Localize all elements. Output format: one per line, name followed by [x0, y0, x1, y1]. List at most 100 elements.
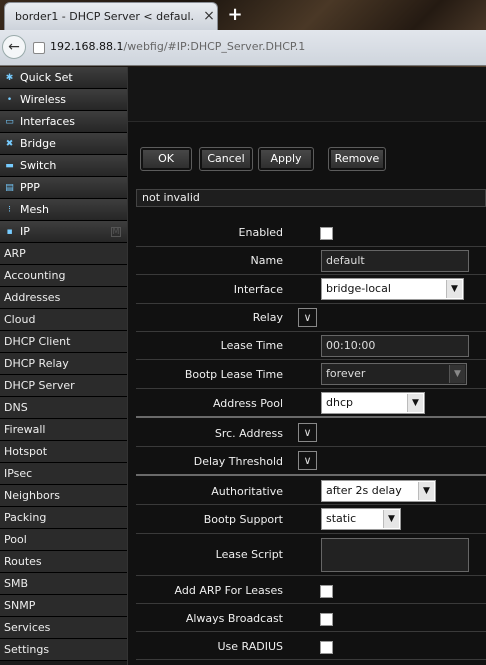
sidebar-subitem-label: DHCP Client — [4, 335, 71, 348]
antenna-icon: • — [6, 94, 13, 105]
authoritative-value: after 2s delay — [326, 484, 402, 497]
sidebar-subitem-label: Hotspot — [4, 445, 48, 458]
sidebar-item-bridge[interactable]: ✖ Bridge — [0, 133, 127, 155]
always-broadcast-checkbox[interactable] — [320, 613, 333, 626]
lease-script-textarea[interactable] — [321, 538, 469, 572]
back-arrow-icon[interactable]: ← — [2, 35, 26, 59]
sidebar-subitem-addresses[interactable]: Addresses — [0, 287, 127, 309]
enabled-label: Enabled — [238, 226, 283, 239]
src-address-expand-icon[interactable]: ∨ — [298, 423, 317, 442]
sidebar-item-label: Interfaces — [20, 115, 75, 128]
sidebar-item-ppp[interactable]: ▤ PPP — [0, 177, 127, 199]
button-bar: OK Cancel Apply Remove — [128, 147, 486, 173]
sidebar-subitem-label: DHCP Relay — [4, 357, 69, 370]
sidebar-subitem-hotspot[interactable]: Hotspot — [0, 441, 127, 463]
sidebar-subitem-arp[interactable]: ARP — [0, 243, 127, 265]
sidebar-subitem-routes[interactable]: Routes — [0, 551, 127, 573]
sidebar-subitem-ipsec[interactable]: IPsec — [0, 463, 127, 485]
bootp-support-value: static — [326, 512, 357, 525]
sidebar-subitem-dhcp-client[interactable]: DHCP Client — [0, 331, 127, 353]
sidebar-subitem-label: Addresses — [4, 291, 61, 304]
sidebar-subitem-snmp[interactable]: SNMP — [0, 595, 127, 617]
relay-expand-icon[interactable]: ∨ — [298, 308, 317, 327]
authoritative-select[interactable]: after 2s delay ▼ — [321, 480, 436, 502]
sidebar-item-mesh[interactable]: ⁝ Mesh — [0, 199, 127, 221]
enabled-checkbox[interactable] — [320, 227, 333, 240]
sidebar-subitem-cloud[interactable]: Cloud — [0, 309, 127, 331]
remove-button[interactable]: Remove — [328, 147, 386, 171]
use-radius-label: Use RADIUS — [217, 640, 283, 653]
page-icon — [33, 42, 45, 54]
src-address-label: Src. Address — [214, 427, 283, 440]
expand-indicator-icon: M — [111, 227, 121, 237]
add-arp-label: Add ARP For Leases — [174, 584, 283, 597]
header-band — [128, 67, 486, 122]
chevron-down-icon: ▼ — [446, 280, 462, 298]
address-pool-value: dhcp — [326, 396, 353, 409]
sidebar-subitem-settings[interactable]: Settings — [0, 639, 127, 661]
interface-label: Interface — [233, 283, 283, 296]
add-arp-checkbox[interactable] — [320, 585, 333, 598]
close-tab-icon[interactable]: × — [201, 8, 217, 24]
sidebar-item-wireless[interactable]: • Wireless — [0, 89, 127, 111]
sidebar-subitem-packing[interactable]: Packing — [0, 507, 127, 529]
address-pool-label: Address Pool — [212, 397, 283, 410]
sidebar-subitem-label: Packing — [4, 511, 47, 524]
address-pool-select[interactable]: dhcp ▼ — [321, 392, 425, 414]
sidebar-item-switch[interactable]: ▬ Switch — [0, 155, 127, 177]
bootp-lease-time-value: forever — [326, 367, 366, 380]
new-tab-icon[interactable]: + — [224, 4, 246, 26]
name-input[interactable]: default — [321, 250, 469, 272]
sidebar-subitem-firewall[interactable]: Firewall — [0, 419, 127, 441]
sidebar-subitem-neighbors[interactable]: Neighbors — [0, 485, 127, 507]
bootp-lease-time-label: Bootp Lease Time — [184, 368, 283, 381]
sidebar-item-quick-set[interactable]: ✱ Quick Set — [0, 67, 127, 89]
bootp-support-select[interactable]: static ▼ — [321, 508, 401, 530]
main-panel: OK Cancel Apply Remove not invalid Enabl… — [128, 67, 486, 665]
bootp-lease-time-select[interactable]: forever ▼ — [321, 363, 467, 385]
lease-time-input[interactable]: 00:10:00 — [321, 335, 469, 357]
delay-threshold-expand-icon[interactable]: ∨ — [298, 451, 317, 470]
row-name: Name default — [136, 247, 486, 275]
ok-button[interactable]: OK — [140, 147, 192, 171]
bootp-support-label: Bootp Support — [203, 513, 283, 526]
sidebar-subitem-dns[interactable]: DNS — [0, 397, 127, 419]
cancel-button[interactable]: Cancel — [199, 147, 253, 171]
url-text[interactable]: 192.168.88.1/webfig/#IP:DHCP_Server.DHCP… — [50, 40, 480, 53]
sidebar-subitem-label: SNMP — [4, 599, 36, 612]
url-path: /webfig/#IP:DHCP_Server.DHCP.1 — [123, 40, 306, 53]
address-bar[interactable]: ← 192.168.88.1/webfig/#IP:DHCP_Server.DH… — [0, 30, 486, 66]
sidebar-subitem-label: Settings — [4, 643, 50, 656]
use-radius-checkbox[interactable] — [320, 641, 333, 654]
relay-label: Relay — [252, 311, 283, 324]
sidebar-item-ip[interactable]: ▪ IP M — [0, 221, 127, 243]
chevron-down-icon: ▼ — [383, 510, 399, 528]
sidebar-subitem-dhcp-relay[interactable]: DHCP Relay — [0, 353, 127, 375]
sidebar-subitem-label: Pool — [4, 533, 27, 546]
row-interface: Interface bridge-local ▼ — [136, 275, 486, 304]
sidebar-subitem-pool[interactable]: Pool — [0, 529, 127, 551]
ip-icon: ▪ — [6, 226, 13, 237]
sidebar-item-label: Wireless — [20, 93, 67, 106]
sidebar-item-label: Switch — [20, 159, 57, 172]
browser-tab[interactable]: border1 - DHCP Server < defaul... × — [4, 2, 218, 30]
sidebar-item-label: Quick Set — [20, 71, 73, 84]
sidebar-item-label: IP — [20, 225, 30, 238]
chevron-down-icon: ▼ — [418, 482, 434, 500]
sidebar-subitem-label: DNS — [4, 401, 28, 414]
sidebar-subitem-accounting[interactable]: Accounting — [0, 265, 127, 287]
row-add-arp: Add ARP For Leases — [136, 576, 486, 604]
browser-chrome: border1 - DHCP Server < defaul... × + ← … — [0, 0, 486, 67]
interface-select[interactable]: bridge-local ▼ — [321, 278, 464, 300]
sidebar-subitem-dhcp-server[interactable]: DHCP Server — [0, 375, 127, 397]
apply-button[interactable]: Apply — [258, 147, 314, 171]
sidebar-item-interfaces[interactable]: ▭ Interfaces — [0, 111, 127, 133]
row-src-address: Src. Address ∨ — [136, 418, 486, 447]
sidebar-subitem-services[interactable]: Services — [0, 617, 127, 639]
sidebar-subitem-smb[interactable]: SMB — [0, 573, 127, 595]
tab-title: border1 - DHCP Server < defaul... — [15, 10, 195, 23]
authoritative-label: Authoritative — [211, 485, 283, 498]
row-bootp-support: Bootp Support static ▼ — [136, 505, 486, 534]
name-label: Name — [250, 254, 283, 267]
sidebar-subitem-label: Cloud — [4, 313, 36, 326]
